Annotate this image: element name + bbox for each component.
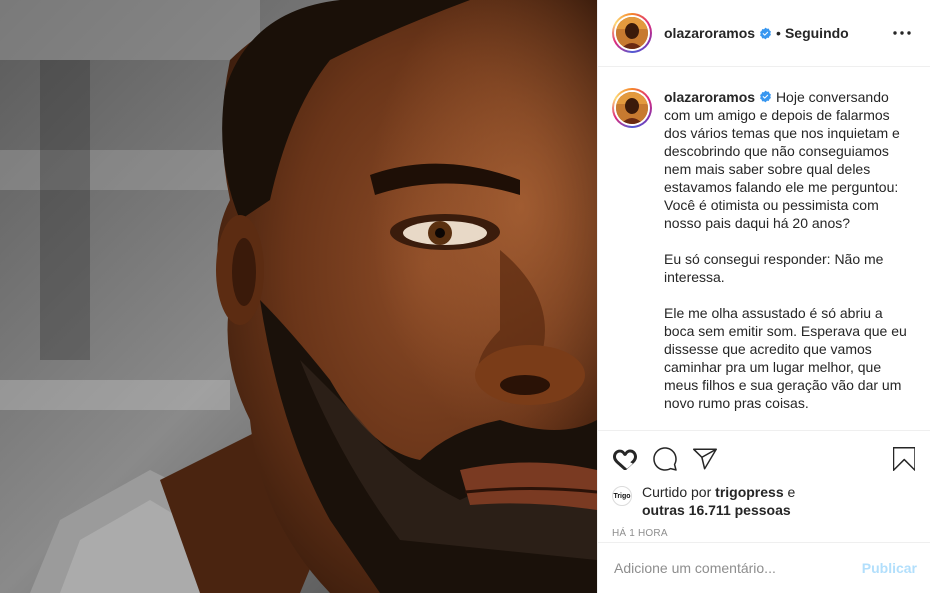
header-separator: •: [776, 25, 781, 41]
caption-username-link[interactable]: olazaroramos: [664, 89, 755, 105]
liker-username-link[interactable]: trigopress: [715, 484, 783, 500]
author-username-link[interactable]: olazaroramos: [664, 25, 755, 41]
comment-button[interactable]: [652, 446, 678, 472]
more-options-button[interactable]: [890, 21, 914, 45]
comment-icon: [653, 447, 677, 471]
bookmark-icon: [893, 447, 915, 471]
more-horizontal-icon: [893, 31, 911, 35]
post-photo[interactable]: [0, 0, 597, 593]
portrait-photo-image: [0, 0, 597, 593]
caption-avatar-image: [616, 92, 648, 124]
caption-paragraph-2: Eu só consegui responder: Não me interes…: [664, 251, 884, 285]
caption-paragraph-1: Hoje conversando com um amigo e depois d…: [664, 89, 900, 231]
publish-button[interactable]: Publicar: [862, 560, 917, 576]
caption-paragraph-3: Ele me olha assustado é só abriu a boca …: [664, 305, 907, 411]
caption-text: olazaroramos Hoje conversando com um ami…: [664, 88, 915, 430]
save-button[interactable]: [891, 446, 917, 472]
others-likes-link[interactable]: outras 16.711 pessoas: [642, 502, 791, 518]
verified-badge-icon: [760, 90, 771, 103]
verified-badge-icon: [760, 27, 771, 39]
like-button[interactable]: [612, 446, 638, 472]
likes-conjunction: e: [783, 484, 796, 500]
heart-icon: [613, 449, 637, 470]
post-side-panel: olazaroramos • Seguindo olazaroramos Hoj…: [597, 0, 930, 593]
paper-plane-icon: [693, 448, 717, 470]
post-header: olazaroramos • Seguindo: [598, 0, 930, 67]
likes-summary: Trigo Curtido por trigopress e outras 16…: [612, 483, 917, 519]
author-avatar[interactable]: [612, 13, 652, 53]
liker-avatar[interactable]: Trigo: [612, 486, 632, 506]
instagram-post: olazaroramos • Seguindo olazaroramos Hoj…: [0, 0, 930, 593]
post-timestamp[interactable]: HÁ 1 HORA: [612, 528, 917, 539]
comment-box: Publicar: [598, 542, 930, 593]
author-avatar-image: [616, 17, 648, 49]
following-button[interactable]: Seguindo: [785, 25, 849, 41]
likes-prefix: Curtido por: [642, 484, 716, 500]
post-actions: Trigo Curtido por trigopress e outras 16…: [598, 430, 930, 539]
action-icons-row: [612, 439, 917, 479]
caption-area: olazaroramos Hoje conversando com um ami…: [598, 68, 930, 430]
comment-input[interactable]: [614, 560, 862, 576]
caption-author-avatar[interactable]: [612, 88, 652, 128]
share-button[interactable]: [692, 446, 718, 472]
